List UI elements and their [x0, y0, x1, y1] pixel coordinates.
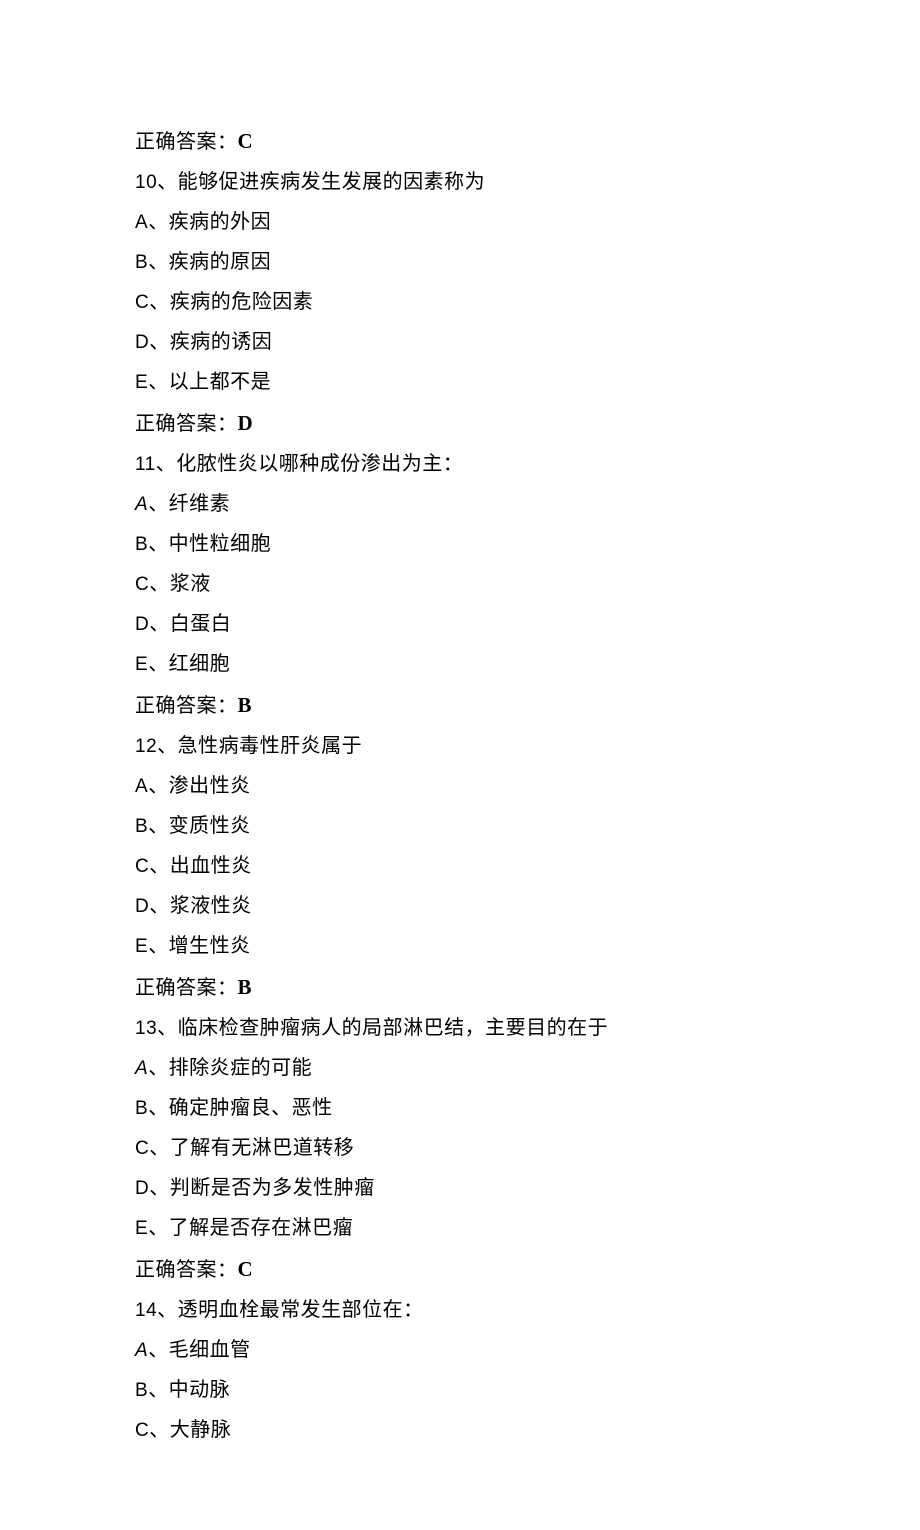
option-line: E、增生性炎 [135, 926, 785, 966]
question-text: 、临床检查肿瘤病人的局部淋巴结，主要目的在于 [157, 1017, 608, 1039]
option-text: 、变质性炎 [148, 815, 251, 837]
option-text: 、排除炎症的可能 [148, 1057, 312, 1079]
option-text: 、浆液性炎 [149, 895, 252, 917]
option-text: 、红细胞 [148, 653, 230, 675]
option-line: A、渗出性炎 [135, 766, 785, 806]
question-line: 11、化脓性炎以哪种成份渗出为主： [135, 444, 785, 484]
answer-value: D [238, 411, 254, 435]
question-number: 14 [135, 1300, 157, 1321]
question-text: 、化脓性炎以哪种成份渗出为主： [156, 453, 464, 475]
question-number: 11 [135, 454, 156, 475]
option-text: 、渗出性炎 [148, 775, 251, 797]
question-text: 、透明血栓最常发生部位在： [157, 1299, 424, 1321]
option-text: 、疾病的外因 [148, 211, 271, 233]
question-line: 13、临床检查肿瘤病人的局部淋巴结，主要目的在于 [135, 1008, 785, 1048]
option-line: E、了解是否存在淋巴瘤 [135, 1208, 785, 1248]
option-letter: C [135, 574, 149, 595]
option-text: 、出血性炎 [149, 855, 252, 877]
option-text: 、浆液 [149, 573, 211, 595]
option-text: 、疾病的诱因 [149, 331, 272, 353]
answer-line: 正确答案：C [135, 1248, 785, 1290]
option-line: A、纤维素 [135, 484, 785, 524]
option-text: 、了解有无淋巴道转移 [149, 1137, 354, 1159]
option-text: 、确定肿瘤良、恶性 [148, 1097, 333, 1119]
option-letter: A [135, 494, 148, 515]
question-line: 10、能够促进疾病发生发展的因素称为 [135, 162, 785, 202]
option-letter: D [135, 332, 149, 353]
answer-value: C [238, 129, 254, 153]
option-letter: B [135, 816, 148, 837]
option-letter: B [135, 534, 148, 555]
question-number: 12 [135, 736, 157, 757]
option-letter: A [135, 212, 148, 233]
option-letter: E [135, 936, 148, 957]
option-letter: C [135, 856, 149, 877]
option-letter: D [135, 896, 149, 917]
option-line: C、出血性炎 [135, 846, 785, 886]
option-letter: D [135, 614, 149, 635]
option-text: 、了解是否存在淋巴瘤 [148, 1217, 353, 1239]
option-line: B、变质性炎 [135, 806, 785, 846]
answer-label: 正确答案： [135, 131, 238, 153]
option-letter: E [135, 654, 148, 675]
option-line: B、中动脉 [135, 1370, 785, 1410]
question-line: 14、透明血栓最常发生部位在： [135, 1290, 785, 1330]
answer-line: 正确答案：C [135, 120, 785, 162]
option-line: D、判断是否为多发性肿瘤 [135, 1168, 785, 1208]
option-letter: C [135, 1420, 149, 1441]
option-text: 、判断是否为多发性肿瘤 [149, 1177, 375, 1199]
option-text: 、白蛋白 [149, 613, 231, 635]
option-line: C、大静脉 [135, 1410, 785, 1450]
option-line: B、中性粒细胞 [135, 524, 785, 564]
answer-label: 正确答案： [135, 695, 238, 717]
option-text: 、增生性炎 [148, 935, 251, 957]
option-text: 、疾病的危险因素 [149, 291, 313, 313]
answer-line: 正确答案：B [135, 684, 785, 726]
question-text: 、能够促进疾病发生发展的因素称为 [157, 171, 485, 193]
question-line: 12、急性病毒性肝炎属于 [135, 726, 785, 766]
option-line: C、浆液 [135, 564, 785, 604]
option-line: D、白蛋白 [135, 604, 785, 644]
option-text: 、纤维素 [148, 493, 230, 515]
option-letter: B [135, 252, 148, 273]
option-line: A、毛细血管 [135, 1330, 785, 1370]
option-line: C、疾病的危险因素 [135, 282, 785, 322]
answer-label: 正确答案： [135, 413, 238, 435]
option-letter: E [135, 372, 148, 393]
option-line: C、了解有无淋巴道转移 [135, 1128, 785, 1168]
option-text: 、疾病的原因 [148, 251, 271, 273]
option-line: A、疾病的外因 [135, 202, 785, 242]
option-line: B、疾病的原因 [135, 242, 785, 282]
option-letter: E [135, 1218, 148, 1239]
option-text: 、中性粒细胞 [148, 533, 271, 555]
option-line: A、排除炎症的可能 [135, 1048, 785, 1088]
option-letter: A [135, 1058, 148, 1079]
answer-label: 正确答案： [135, 1259, 238, 1281]
option-text: 、中动脉 [148, 1379, 230, 1401]
question-text: 、急性病毒性肝炎属于 [157, 735, 362, 757]
option-line: B、确定肿瘤良、恶性 [135, 1088, 785, 1128]
option-text: 、大静脉 [149, 1419, 231, 1441]
option-line: E、红细胞 [135, 644, 785, 684]
answer-label: 正确答案： [135, 977, 238, 999]
answer-value: B [238, 975, 253, 999]
answer-value: B [238, 693, 253, 717]
answer-line: 正确答案：B [135, 966, 785, 1008]
option-letter: D [135, 1178, 149, 1199]
option-text: 、毛细血管 [148, 1339, 251, 1361]
option-letter: A [135, 1340, 148, 1361]
option-line: D、疾病的诱因 [135, 322, 785, 362]
option-line: D、浆液性炎 [135, 886, 785, 926]
option-line: E、以上都不是 [135, 362, 785, 402]
option-letter: C [135, 292, 149, 313]
option-letter: A [135, 776, 148, 797]
question-number: 13 [135, 1018, 157, 1039]
option-letter: B [135, 1380, 148, 1401]
option-letter: C [135, 1138, 149, 1159]
option-letter: B [135, 1098, 148, 1119]
option-text: 、以上都不是 [148, 371, 271, 393]
question-number: 10 [135, 172, 157, 193]
answer-value: C [238, 1257, 254, 1281]
answer-line: 正确答案：D [135, 402, 785, 444]
